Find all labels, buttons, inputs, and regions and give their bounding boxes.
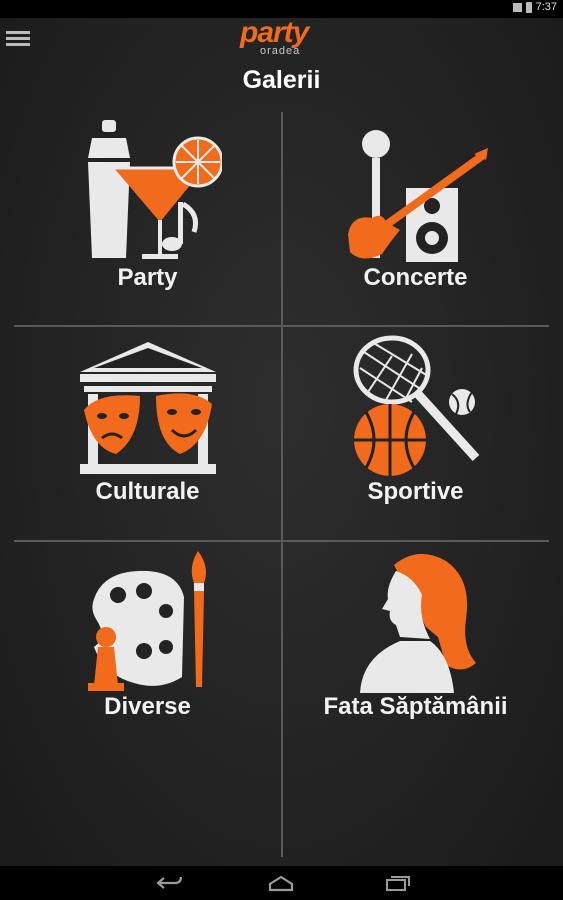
- app-bar: party oradea Galerii: [0, 16, 563, 114]
- status-icons: 7:37: [512, 1, 557, 13]
- woman-icon: [360, 553, 476, 693]
- navigation-bar: [0, 866, 563, 900]
- sports-icon: [353, 335, 480, 476]
- gallery-grid: Party Concerte Culturale Sportive Divers…: [14, 112, 549, 857]
- menu-icon[interactable]: [6, 28, 30, 52]
- logo-sub: oradea: [260, 45, 301, 57]
- tile-sportive[interactable]: Sportive: [282, 326, 549, 539]
- battery-icon: [525, 1, 532, 13]
- tile-fata-saptamanii[interactable]: Fata Săptămânii: [282, 541, 549, 754]
- tile-label: Concerte: [363, 264, 468, 291]
- tile-concerte[interactable]: Concerte: [282, 112, 549, 325]
- tile-culturale[interactable]: Culturale: [14, 326, 281, 539]
- tile-label: Culturale: [95, 478, 200, 505]
- concert-icon: [348, 130, 488, 262]
- cocktail-icon: [88, 120, 222, 259]
- status-time: 7:37: [535, 1, 557, 13]
- tile-label: Diverse: [104, 693, 191, 720]
- wifi-icon: [512, 2, 522, 12]
- back-icon[interactable]: [155, 873, 185, 893]
- home-icon[interactable]: [266, 873, 296, 893]
- tile-party[interactable]: Party: [14, 112, 281, 325]
- tile-label: Party: [117, 264, 178, 291]
- theatre-icon: [80, 342, 216, 474]
- tile-diverse[interactable]: Diverse: [14, 541, 281, 754]
- tile-label: Sportive: [367, 478, 464, 505]
- tile-label: Fata Săptămânii: [323, 693, 508, 720]
- palette-icon: [88, 551, 206, 691]
- recents-icon[interactable]: [382, 873, 412, 893]
- app-logo: party oradea: [240, 16, 330, 58]
- page-title: Galerii: [242, 66, 321, 94]
